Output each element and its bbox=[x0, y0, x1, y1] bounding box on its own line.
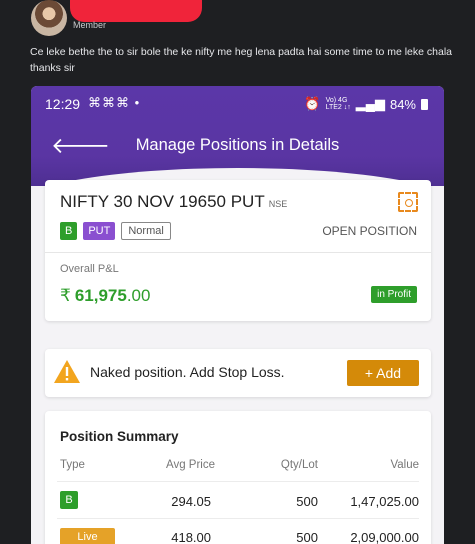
scan-icon[interactable] bbox=[398, 192, 418, 212]
alarm-icon: ⏰ bbox=[304, 96, 321, 111]
row-value: 2,09,000.00 bbox=[350, 530, 419, 544]
avatar[interactable] bbox=[31, 0, 67, 36]
position-status: OPEN POSITION bbox=[322, 224, 417, 238]
position-symbol: NIFTY 30 NOV 19650 PUT NSE bbox=[60, 192, 287, 212]
battery-icon bbox=[421, 98, 428, 110]
battery-level: 84% bbox=[389, 96, 416, 112]
table-row: Live 418.00 500 2,09,000.00 bbox=[45, 523, 431, 544]
screen-title: Manage Positions in Details bbox=[135, 136, 340, 154]
product-tag: Normal bbox=[121, 222, 171, 240]
notification-icons: ⌘⌘⌘ • bbox=[88, 95, 141, 110]
row-qty: 500 bbox=[296, 530, 318, 544]
row-type-badge: Live bbox=[60, 528, 115, 544]
pnl-value: ₹61,975.00 bbox=[60, 286, 150, 306]
position-summary-card: Position Summary Type Avg Price Qty/Lot … bbox=[45, 411, 431, 544]
row-avg-price: 294.05 bbox=[171, 494, 211, 509]
signal-icon: ▂▄▆ bbox=[355, 96, 385, 111]
alert-text: Naked position. Add Stop Loss. bbox=[90, 364, 285, 380]
pnl-label: Overall P&L bbox=[60, 263, 119, 275]
row-divider bbox=[57, 518, 419, 519]
profit-badge: in Profit bbox=[371, 286, 417, 303]
phone-screenshot: 12:29 ⌘⌘⌘ • ⏰ Vo) 4G LTE2 ↓↑ ▂▄▆ 84% 🡐 M… bbox=[31, 86, 444, 544]
header-value: Value bbox=[390, 459, 419, 471]
row-qty: 500 bbox=[296, 494, 318, 509]
status-right: ⏰ Vo) 4G LTE2 ↓↑ ▂▄▆ 84% bbox=[304, 96, 428, 112]
side-tag: B bbox=[60, 222, 78, 240]
member-role: Member bbox=[73, 20, 107, 30]
redacted-username bbox=[70, 0, 202, 22]
header-avg-price: Avg Price bbox=[165, 459, 215, 471]
stoploss-alert: Naked position. Add Stop Loss. + Add bbox=[45, 349, 431, 397]
post-header: Member bbox=[30, 0, 470, 40]
row-value: 1,47,025.00 bbox=[350, 494, 419, 509]
network-top: Vo) 4G bbox=[325, 97, 348, 104]
row-avg-price: 418.00 bbox=[171, 530, 211, 544]
header-type: Type bbox=[60, 459, 85, 471]
header-qty: Qty/Lot bbox=[280, 459, 318, 471]
post-message: Ce leke bethe the to sir bole the ke nif… bbox=[30, 46, 452, 74]
divider bbox=[45, 252, 431, 253]
warning-icon bbox=[54, 360, 80, 383]
pnl-decimal: .00 bbox=[126, 286, 151, 305]
status-time: 12:29 bbox=[45, 96, 81, 112]
summary-title: Position Summary bbox=[60, 429, 179, 444]
app-header: 12:29 ⌘⌘⌘ • ⏰ Vo) 4G LTE2 ↓↑ ▂▄▆ 84% 🡐 M… bbox=[31, 86, 444, 208]
table-row: B 294.05 500 1,47,025.00 bbox=[45, 487, 431, 517]
position-card: NIFTY 30 NOV 19650 PUT NSE B PUT Normal O… bbox=[45, 180, 431, 321]
row-divider bbox=[57, 481, 419, 482]
currency-symbol: ₹ bbox=[60, 286, 71, 305]
network-indicator: Vo) 4G LTE2 ↓↑ bbox=[326, 97, 351, 111]
position-tags: B PUT Normal bbox=[60, 222, 171, 240]
row-type-badge: B bbox=[60, 491, 78, 509]
add-stoploss-button[interactable]: + Add bbox=[347, 360, 419, 386]
option-type-tag: PUT bbox=[83, 222, 116, 240]
symbol-name: NIFTY 30 NOV 19650 PUT bbox=[60, 192, 265, 211]
exchange-label: NSE bbox=[268, 199, 288, 209]
network-bottom: LTE2 ↓↑ bbox=[325, 104, 351, 111]
pnl-whole: 61,975 bbox=[74, 286, 127, 305]
